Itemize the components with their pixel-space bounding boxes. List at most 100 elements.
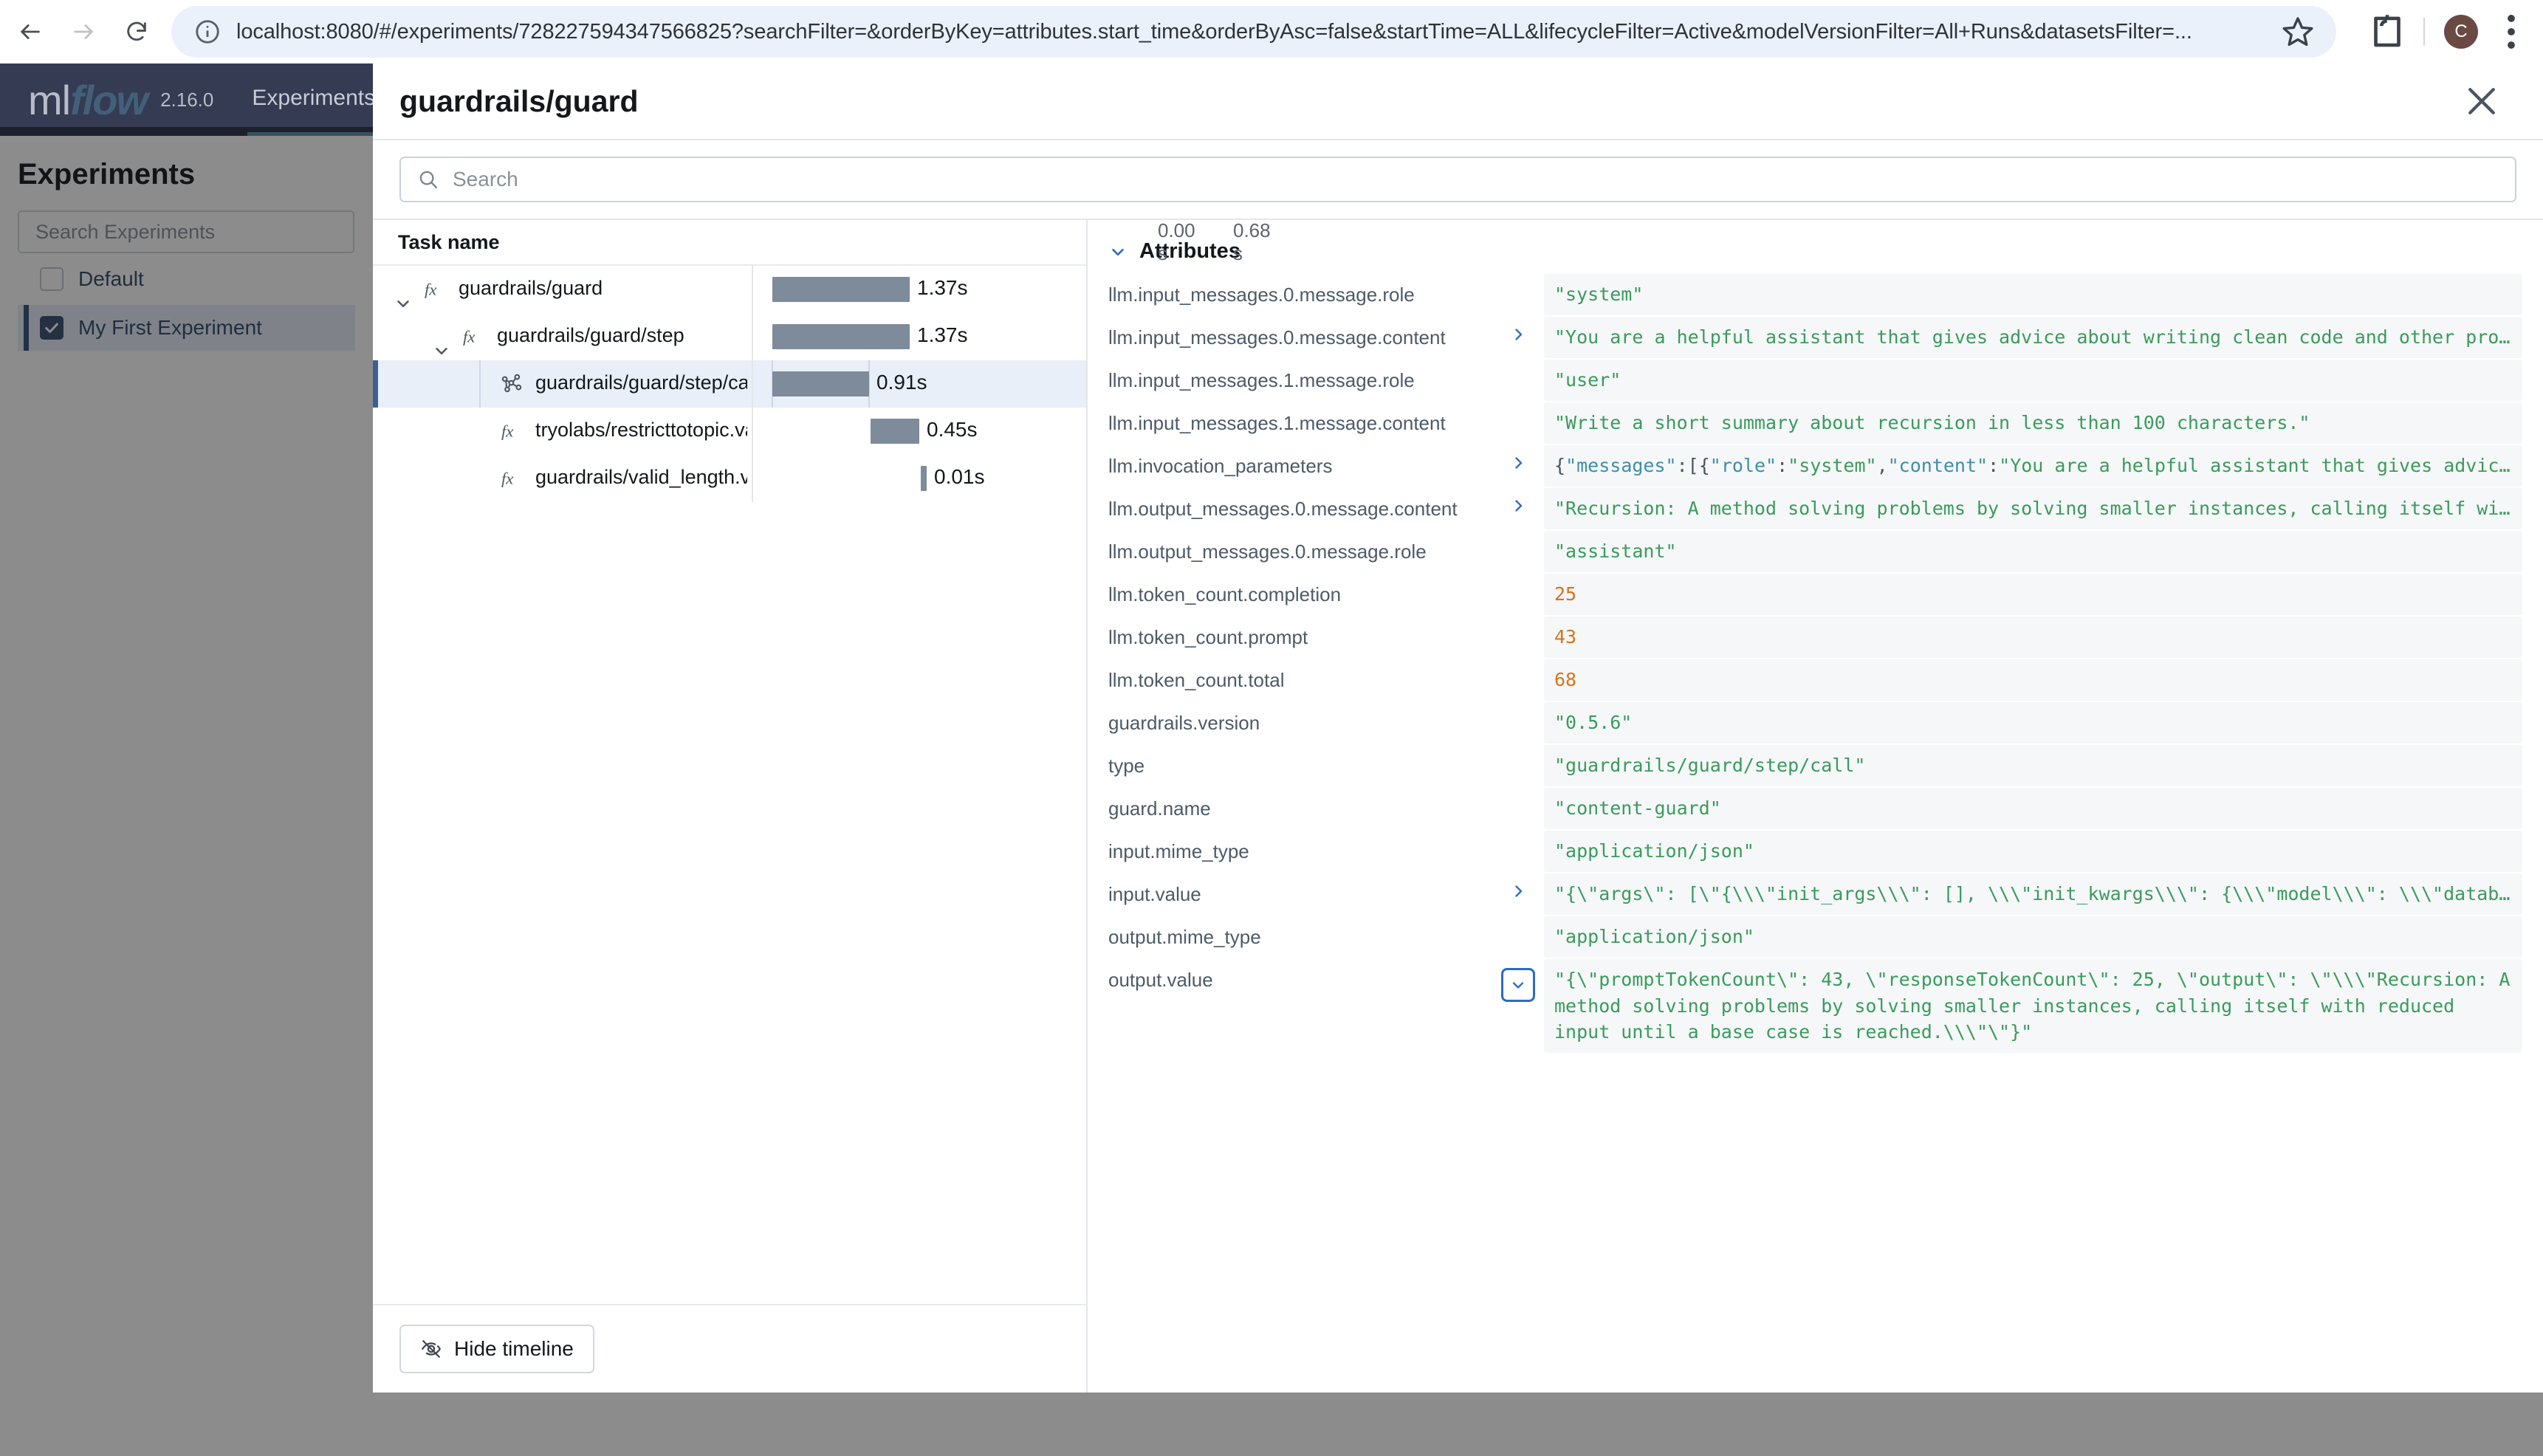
reload-icon[interactable] [114, 9, 159, 55]
timeline-bar[interactable] [772, 371, 869, 396]
logo-ml-text: ml [28, 76, 70, 124]
modal-search-bar: Search [373, 140, 2543, 220]
timeline-bar[interactable] [772, 324, 910, 349]
function-fx-icon: fx [461, 325, 485, 348]
browser-toolbar-right: C [2364, 6, 2534, 58]
nav-tab-experiments[interactable]: Experiments [247, 63, 380, 136]
timeline-row-label: tryolabs/restricttotopic.va [535, 419, 747, 442]
function-fx-icon: fx [423, 278, 447, 301]
browser-chrome: localhost:8080/#/experiments/72822759434… [0, 0, 2543, 63]
attribute-key: llm.output_messages.0.message.content [1108, 488, 1492, 521]
kebab-menu-icon[interactable] [2488, 9, 2534, 55]
search-input[interactable]: Search [399, 157, 2516, 202]
attribute-key: llm.input_messages.1.message.role [1108, 360, 1492, 393]
omnibox[interactable]: localhost:8080/#/experiments/72822759434… [171, 6, 2336, 58]
svg-text:fx: fx [501, 422, 513, 440]
attribute-row: llm.token_count.total68 [1088, 659, 2543, 702]
attribute-row: input.mime_type "application/json" [1088, 831, 2543, 873]
attribute-value: "user" [1544, 360, 2522, 401]
timeline-row-bar-cell: 0.01s [752, 455, 1086, 502]
attribute-key: output.value [1108, 959, 1492, 992]
attribute-expander [1492, 788, 1544, 797]
chevron-down-icon [1108, 242, 1128, 261]
function-fx-icon: fx [500, 419, 524, 443]
row-expand-toggle[interactable] [394, 280, 413, 299]
hide-timeline-button[interactable]: Hide timeline [399, 1325, 594, 1373]
attributes-section-header[interactable]: Attributes [1088, 239, 2543, 274]
attribute-expander[interactable] [1492, 445, 1544, 472]
attribute-expander [1492, 916, 1544, 925]
attribute-row: llm.output_messages.0.message.role"assis… [1088, 531, 2543, 574]
close-icon[interactable] [2462, 81, 2502, 121]
attribute-row: llm.invocation_parameters{"messages":[{"… [1088, 445, 2543, 488]
attribute-value: 43 [1544, 617, 2522, 658]
chevron-right-icon [1509, 497, 1527, 515]
timeline-row-label: guardrails/guard [459, 277, 603, 300]
attribute-row: guard.name "content-guard" [1088, 788, 2543, 831]
attribute-value: "Recursion: A method solving problems by… [1544, 488, 2522, 529]
attribute-row: llm.input_messages.1.message.content"Wri… [1088, 402, 2543, 445]
attribute-key: type [1108, 745, 1492, 778]
attribute-value: "guardrails/guard/step/call" [1544, 745, 2522, 786]
attribute-expander [1492, 831, 1544, 839]
attribute-expander-button[interactable] [1501, 968, 1535, 1002]
timeline-row-label: guardrails/valid_length.va [535, 466, 747, 489]
timeline-tick-end: 0.68 s [1233, 219, 1271, 265]
timeline-row-label: guardrails/guard/step [497, 324, 684, 347]
timeline-row[interactable]: guardrails/guard/step/call0.91s [373, 360, 1086, 408]
attribute-key: guard.name [1108, 788, 1492, 821]
chevron-right-icon [1509, 454, 1527, 472]
omnibox-url[interactable]: localhost:8080/#/experiments/72822759434… [236, 20, 2273, 44]
attribute-expander[interactable] [1492, 959, 1544, 1002]
attribute-row: llm.input_messages.0.message.content"You… [1088, 317, 2543, 360]
attribute-row: llm.token_count.completion25 [1088, 574, 2543, 617]
attribute-value: {"messages":[{"role":"system","content":… [1544, 445, 2522, 487]
attribute-value: "application/json" [1544, 831, 2522, 872]
chevron-right-icon [1509, 326, 1527, 343]
timeline-row-label: guardrails/guard/step/call [535, 371, 747, 394]
timeline-panel: Task name 0.00 s 0.68 s fx guardrails/gua… [373, 220, 1088, 1393]
timeline-footer: Hide timeline [373, 1304, 1086, 1393]
chevron-down-icon [432, 341, 451, 360]
back-arrow-icon[interactable] [7, 9, 53, 55]
timeline-bar[interactable] [871, 419, 919, 444]
attribute-key: llm.token_count.total [1108, 659, 1492, 693]
attribute-expander[interactable] [1492, 317, 1544, 343]
attribute-key: input.value [1108, 873, 1492, 907]
attribute-expander[interactable] [1492, 488, 1544, 515]
attribute-key: input.mime_type [1108, 831, 1492, 864]
modal-header: guardrails/guard [373, 63, 2543, 140]
timeline-bar[interactable] [921, 466, 927, 491]
timeline-row-bar-cell: 1.37s [752, 313, 1086, 360]
site-info-icon[interactable] [193, 18, 222, 46]
timeline-row[interactable]: fxguardrails/valid_length.va0.01s [373, 455, 1086, 502]
attribute-key: guardrails.version [1108, 702, 1492, 735]
attribute-expander [1492, 274, 1544, 283]
mlflow-logo[interactable]: ml flow [28, 76, 147, 124]
timeline-row-name-cell: fx guardrails/guard [373, 266, 752, 313]
row-expand-toggle[interactable] [432, 327, 451, 346]
column-header-task-name: Task name [398, 231, 500, 254]
attribute-value: "content-guard" [1544, 788, 2522, 829]
attribute-value: "system" [1544, 274, 2522, 315]
attribute-value: "0.5.6" [1544, 702, 2522, 744]
timeline-duration-label: 1.37s [917, 276, 968, 300]
timeline-row[interactable]: fx guardrails/guard/step 1.37s [373, 313, 1086, 360]
timeline-row-bar-cell: 1.37s [752, 266, 1086, 313]
attribute-value: "application/json" [1544, 916, 2522, 958]
timeline-row[interactable]: fxtryolabs/restricttotopic.va0.45s [373, 408, 1086, 455]
forward-arrow-icon[interactable] [61, 9, 106, 55]
avatar[interactable]: C [2438, 9, 2484, 55]
timeline-bar[interactable] [772, 277, 910, 302]
avatar-initial: C [2444, 15, 2478, 49]
extensions-icon[interactable] [2364, 9, 2410, 55]
timeline-header: Task name 0.00 s 0.68 s [373, 220, 1086, 266]
attribute-row: llm.output_messages.0.message.content "Re… [1088, 488, 2543, 531]
search-icon [417, 168, 439, 190]
attribute-expander [1492, 531, 1544, 540]
attribute-value: 25 [1544, 574, 2522, 615]
chevron-down-icon [394, 294, 413, 313]
bookmark-star-icon[interactable] [2280, 14, 2316, 49]
attribute-expander[interactable] [1492, 873, 1544, 900]
timeline-row[interactable]: fx guardrails/guard 1.37s [373, 266, 1086, 313]
